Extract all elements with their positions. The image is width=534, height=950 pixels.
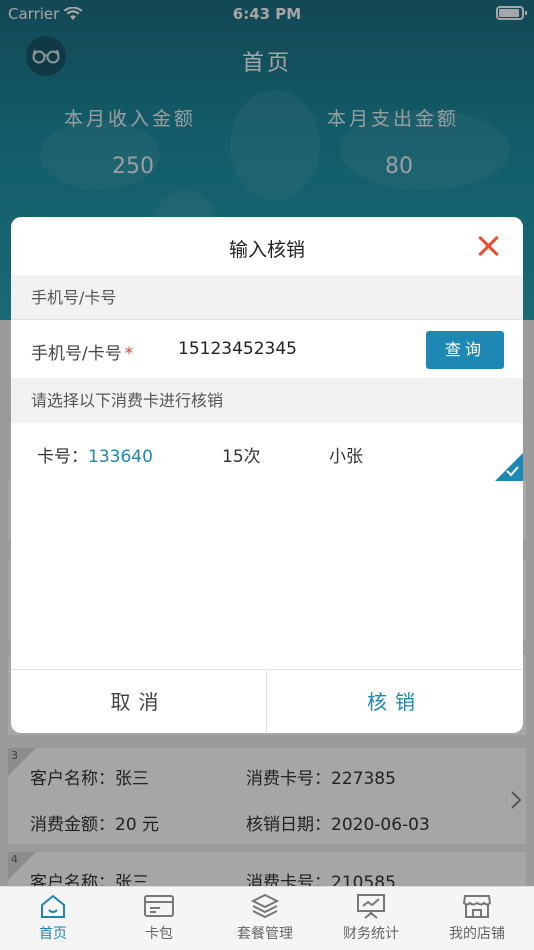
tab-packages[interactable]: 套餐管理 [212, 893, 318, 943]
tab-label: 卡包 [145, 926, 173, 942]
tab-label: 套餐管理 [237, 926, 293, 942]
section-phone-header: 手机号/卡号 [11, 275, 523, 320]
tab-label: 我的店铺 [449, 926, 505, 942]
confirm-verify-button[interactable]: 核销 [267, 670, 523, 733]
card-icon [144, 895, 174, 917]
section-cards-header: 请选择以下消费卡进行核销 [11, 378, 523, 423]
close-icon[interactable] [475, 233, 501, 259]
card-owner: 小张 [329, 447, 363, 467]
card-number-label: 卡号： [37, 447, 88, 467]
dialog-footer: 取消 核销 [11, 669, 523, 733]
tab-label: 财务统计 [343, 926, 399, 942]
check-icon [506, 466, 519, 477]
tab-home[interactable]: 首页 [0, 893, 106, 943]
home-icon [41, 894, 65, 918]
phone-input[interactable] [178, 339, 408, 359]
tab-bar: 首页 卡包 套餐管理 财务统计 我的店铺 [0, 886, 534, 950]
verify-dialog: 输入核销 手机号/卡号 手机号/卡号* 查询 请选择以下消费卡进行核销 卡号：1… [11, 217, 523, 733]
cancel-button[interactable]: 取消 [11, 670, 267, 733]
layers-icon [251, 893, 279, 919]
phone-input-label: 手机号/卡号 * [31, 339, 133, 364]
tab-label: 首页 [39, 926, 67, 942]
store-icon [462, 895, 492, 918]
query-button[interactable]: 查询 [426, 331, 504, 369]
required-mark: * [124, 344, 134, 364]
card-option[interactable]: 卡号：133640 15次 小张 [11, 423, 523, 481]
dialog-title: 输入核销 [228, 239, 305, 261]
tab-my-store[interactable]: 我的店铺 [424, 893, 530, 943]
tab-cards[interactable]: 卡包 [106, 893, 212, 943]
chart-board-icon [357, 894, 385, 919]
phone-label-text: 手机号/卡号 [31, 344, 122, 364]
card-number-field: 卡号：133640 [37, 442, 153, 467]
tab-finance[interactable]: 财务统计 [318, 893, 424, 943]
phone-input-row: 手机号/卡号* 查询 [11, 321, 523, 378]
card-times: 15次 [222, 447, 261, 467]
card-number: 133640 [88, 447, 153, 467]
